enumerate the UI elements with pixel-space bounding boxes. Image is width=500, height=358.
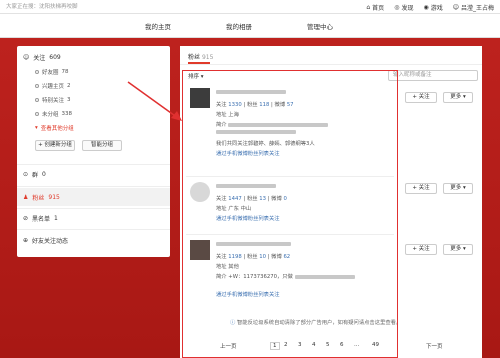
blacklist-icon: ⊘: [23, 215, 29, 222]
user-icon: ☺: [452, 3, 459, 11]
fans-search-input[interactable]: 输入昵称或备注: [388, 70, 478, 81]
dot-icon: [35, 112, 39, 116]
follow-button[interactable]: + 关注: [405, 244, 437, 255]
highlight-box: [182, 70, 398, 358]
pagination: 上一页 1 2 3 4 5 6 ... 49 下一页: [180, 340, 482, 354]
friend-activity-item[interactable]: ⊕ 好友关注动态: [23, 236, 68, 245]
fans-icon: ♟: [23, 194, 29, 201]
divider: [17, 186, 170, 187]
nav-games[interactable]: ◉ 游戏: [423, 3, 442, 12]
dot-icon: [35, 70, 39, 74]
more-button[interactable]: 更多 ▾: [443, 92, 473, 103]
fans-tab[interactable]: 粉丝 915: [188, 52, 213, 61]
create-group-button[interactable]: + 创建新分组: [35, 140, 75, 151]
my-album-link[interactable]: 我的相册: [226, 21, 252, 31]
sidebar: ☺ 关注 609 好友圈 78 兴趣主页 2 特别关注 3 未分组 338 ▾ 查看其他分…: [17, 46, 170, 257]
follow-button[interactable]: + 关注: [405, 183, 437, 194]
top-bar: 大家正在搜：沈阳扶梯再咬脚 ⌂ 首页 ◎ 发现 ◉ 游戏 ☺ 吕滢_王占梅: [0, 0, 500, 14]
top-nav: ⌂ 首页 ◎ 发现 ◉ 游戏 ☺ 吕滢_王占梅: [366, 0, 494, 14]
divider: [17, 164, 170, 165]
next-page-button[interactable]: 下一页: [426, 342, 443, 350]
caret-down-icon: ▾: [463, 94, 466, 100]
home-icon: ⌂: [366, 3, 371, 11]
prev-page-button[interactable]: 上一页: [220, 342, 237, 350]
page-49[interactable]: 49: [372, 342, 379, 348]
blacklist-item[interactable]: ⊘ 黑名单 1: [23, 214, 58, 223]
follow-button[interactable]: + 关注: [405, 92, 437, 103]
divider: [180, 64, 482, 65]
group-icon: ⊙: [23, 171, 29, 178]
page-2[interactable]: 2: [284, 342, 288, 348]
view-all-groups-link[interactable]: ▾ 查看其他分组: [35, 124, 74, 132]
dot-icon: [35, 98, 39, 102]
caret-down-icon: ▾: [35, 125, 38, 131]
group-interest[interactable]: 兴趣主页 2: [35, 82, 71, 90]
page-ellipsis: ...: [354, 342, 360, 348]
caret-down-icon: ▾: [463, 185, 466, 191]
group-special[interactable]: 特别关注 3: [35, 96, 71, 104]
management-center-link[interactable]: 管理中心: [307, 21, 333, 31]
group-friends[interactable]: 好友圈 78: [35, 68, 69, 76]
sub-nav: 我的主页 我的相册 管理中心: [0, 14, 500, 38]
dot-icon: [35, 84, 39, 88]
nav-home[interactable]: ⌂ 首页: [366, 3, 384, 12]
compass-icon: ◎: [394, 3, 400, 11]
gamepad-icon: ◉: [423, 3, 429, 11]
page-3[interactable]: 3: [298, 342, 302, 348]
follow-item[interactable]: ☺ 关注 609: [23, 53, 61, 62]
page-4[interactable]: 4: [312, 342, 316, 348]
more-button[interactable]: 更多 ▾: [443, 244, 473, 255]
divider: [17, 229, 170, 230]
activity-icon: ⊕: [23, 237, 29, 244]
page-1[interactable]: 1: [270, 342, 280, 350]
nav-user[interactable]: ☺ 吕滢_王占梅: [453, 3, 494, 12]
smart-group-button[interactable]: 智能分组: [82, 140, 122, 151]
page-6[interactable]: 6: [340, 342, 344, 348]
divider: [17, 208, 170, 209]
caret-down-icon: ▾: [463, 246, 466, 252]
nav-discover[interactable]: ◎ 发现: [394, 3, 413, 12]
group-chat-item[interactable]: ⊙ 群 0: [23, 170, 46, 179]
more-button[interactable]: 更多 ▾: [443, 183, 473, 194]
fans-item[interactable]: ♟ 粉丝 915: [23, 193, 60, 202]
global-search-input[interactable]: 大家正在搜：沈阳扶梯再咬脚: [6, 2, 126, 12]
page-5[interactable]: 5: [326, 342, 330, 348]
person-icon: ☺: [23, 54, 30, 61]
group-ungrouped[interactable]: 未分组 338: [35, 110, 72, 118]
my-homepage-link[interactable]: 我的主页: [145, 21, 171, 31]
